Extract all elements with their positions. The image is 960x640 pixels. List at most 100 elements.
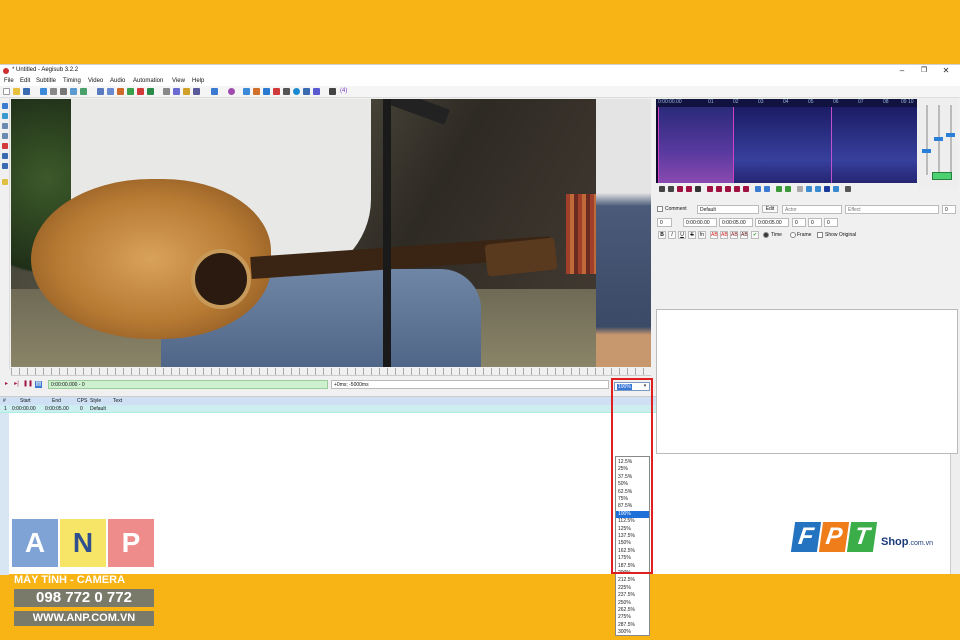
- clip-tool-icon[interactable]: [2, 153, 8, 159]
- zoom-option[interactable]: 225%: [616, 585, 649, 593]
- rotate-z-icon[interactable]: [2, 123, 8, 129]
- autoscroll-icon[interactable]: ▤: [35, 381, 42, 388]
- maximize-button[interactable]: ❐: [913, 66, 935, 76]
- go-to-icon[interactable]: [785, 186, 791, 192]
- duration-field[interactable]: 0:00:05.00: [755, 218, 789, 227]
- menu-timing[interactable]: Timing: [63, 78, 81, 84]
- jump-start-icon[interactable]: [273, 88, 280, 95]
- play-to-end-icon[interactable]: [743, 186, 749, 192]
- strikeout-button[interactable]: S: [688, 231, 696, 239]
- italic-button[interactable]: I: [668, 231, 676, 239]
- menu-help[interactable]: Help: [192, 78, 204, 84]
- pause-icon[interactable]: ❚❚: [23, 381, 33, 388]
- tools-icon[interactable]: [329, 88, 336, 95]
- automation-icon[interactable]: [211, 88, 218, 95]
- video-display[interactable]: [11, 99, 651, 367]
- subtitle-text-area[interactable]: [656, 309, 958, 454]
- options-icon[interactable]: [183, 88, 190, 95]
- zoom-in-icon[interactable]: [243, 88, 250, 95]
- audio-start-marker[interactable]: [658, 107, 659, 183]
- timing-post-processor-icon[interactable]: [147, 88, 154, 95]
- play-selection-icon[interactable]: [677, 186, 683, 192]
- rotate-xy-icon[interactable]: [2, 133, 8, 139]
- frame-radio[interactable]: [790, 232, 796, 238]
- margin-right-field[interactable]: 0: [808, 218, 822, 227]
- show-original-checkbox[interactable]: [817, 232, 823, 238]
- video-seek-slider[interactable]: [11, 368, 651, 376]
- col-cps[interactable]: CPS: [77, 398, 87, 404]
- zoom-out-icon[interactable]: [253, 88, 260, 95]
- menu-automation[interactable]: Automation: [133, 78, 163, 84]
- menu-video[interactable]: Video: [88, 78, 103, 84]
- standard-tool-icon[interactable]: [2, 103, 8, 109]
- play-start-icon[interactable]: [734, 186, 740, 192]
- lead-in-icon[interactable]: [755, 186, 761, 192]
- font-button[interactable]: fn: [698, 231, 706, 239]
- menu-edit[interactable]: Edit: [20, 78, 30, 84]
- col-style[interactable]: Style: [90, 398, 101, 404]
- col-text[interactable]: Text: [113, 398, 122, 404]
- snap-icon[interactable]: [283, 88, 290, 95]
- primary-color-button[interactable]: AB: [710, 231, 718, 239]
- edit-style-button[interactable]: Edit: [762, 205, 778, 213]
- fonts-collector-icon[interactable]: [80, 88, 87, 95]
- margin-left-field[interactable]: 0: [792, 218, 806, 227]
- end-time-field[interactable]: 0:00:05.00: [719, 218, 753, 227]
- tag-icon[interactable]: [193, 88, 200, 95]
- help-icon[interactable]: [2, 179, 8, 185]
- zoom-option[interactable]: 250%: [616, 600, 649, 608]
- zoom-option[interactable]: 212.5%: [616, 577, 649, 585]
- menu-subtitle[interactable]: Subtitle: [36, 78, 56, 84]
- commit-icon[interactable]: [776, 186, 782, 192]
- comment-checkbox[interactable]: [657, 206, 663, 212]
- col-start[interactable]: Start: [20, 398, 31, 404]
- auto-commit-icon[interactable]: [797, 186, 803, 192]
- timing-mode-icon[interactable]: [845, 186, 851, 192]
- auto-scroll-icon[interactable]: [815, 186, 821, 192]
- layer-spin[interactable]: 0: [657, 218, 672, 227]
- vertical-zoom-thumb[interactable]: [934, 137, 943, 141]
- actor-combobox[interactable]: Actor: [782, 205, 842, 214]
- audio-waveform-display[interactable]: 0:00:00.00 01 02 03 04 05 06 07 08 09 10: [656, 99, 917, 183]
- menu-audio[interactable]: Audio: [110, 78, 125, 84]
- horizontal-zoom-track[interactable]: [926, 105, 928, 175]
- spectrum-icon[interactable]: [824, 186, 830, 192]
- lead-out-icon[interactable]: [764, 186, 770, 192]
- play-before-icon[interactable]: [707, 186, 713, 192]
- drag-tool-icon[interactable]: [2, 113, 8, 119]
- zoom-option[interactable]: 300%: [616, 629, 649, 637]
- style-combobox[interactable]: Default: [697, 205, 759, 214]
- audio-end-marker[interactable]: [733, 107, 734, 183]
- effect-number[interactable]: 0: [942, 205, 956, 214]
- menu-view[interactable]: View: [172, 78, 185, 84]
- zoom-option[interactable]: 287.5%: [616, 622, 649, 630]
- spell-check-icon[interactable]: [173, 88, 180, 95]
- karaoke-icon[interactable]: [833, 186, 839, 192]
- loop-icon[interactable]: [293, 88, 300, 95]
- next-line-icon[interactable]: [668, 186, 674, 192]
- col-end[interactable]: End: [52, 398, 61, 404]
- effect-field[interactable]: Effect: [845, 205, 939, 214]
- new-file-icon[interactable]: [3, 88, 10, 95]
- open-file-icon[interactable]: [13, 88, 20, 95]
- auto-next-icon[interactable]: [806, 186, 812, 192]
- link-sliders-button[interactable]: [932, 172, 952, 180]
- resample-icon[interactable]: [137, 88, 144, 95]
- play-icon[interactable]: ▸: [3, 381, 10, 388]
- kanji-timer-icon[interactable]: [163, 88, 170, 95]
- col-number[interactable]: #: [3, 398, 6, 404]
- audio-icon[interactable]: [313, 88, 320, 95]
- zoom-option[interactable]: 275%: [616, 614, 649, 622]
- time-radio[interactable]: [763, 232, 769, 238]
- zoom-option[interactable]: 237.5%: [616, 592, 649, 600]
- start-time-field[interactable]: 0:00:00.00: [683, 218, 717, 227]
- play-end-icon[interactable]: [725, 186, 731, 192]
- volume-thumb[interactable]: [946, 133, 955, 137]
- attachments-icon[interactable]: [70, 88, 77, 95]
- volume-track[interactable]: [950, 105, 952, 175]
- video-time-field[interactable]: 0:00:00.000 - 0: [48, 380, 328, 389]
- bold-button[interactable]: B: [658, 231, 666, 239]
- styles-manager-icon[interactable]: [107, 88, 114, 95]
- properties-icon[interactable]: [97, 88, 104, 95]
- scale-tool-icon[interactable]: [2, 143, 8, 149]
